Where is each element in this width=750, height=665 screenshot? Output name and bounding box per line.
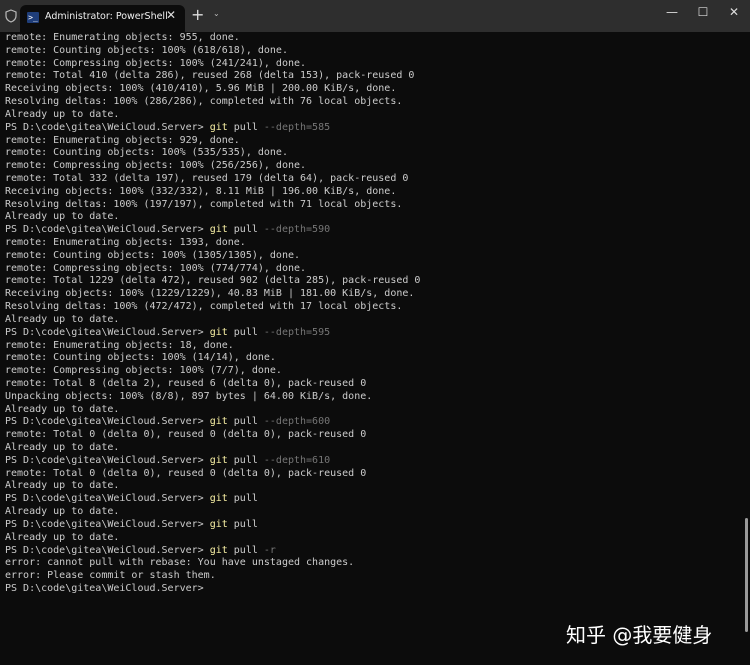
output-line: Already up to date.	[5, 313, 120, 325]
command-args: pull	[227, 121, 258, 133]
command-text: git	[209, 416, 228, 428]
command-option: --depth=600	[257, 416, 331, 428]
output-line: Already up to date.	[5, 506, 120, 518]
output-line: remote: Enumerating objects: 1393, done.	[5, 237, 246, 248]
output-line: error: cannot pull with rebase: You have…	[5, 557, 355, 569]
prompt-text: PS D:\code\gitea\WeiCloud.Server>	[5, 544, 210, 556]
output-line: Receiving objects: 100% (1229/1229), 40.…	[5, 288, 415, 300]
minimize-button[interactable]: —	[662, 5, 682, 19]
tab-title: Administrator: PowerShell	[45, 11, 168, 22]
output-line: Already up to date.	[5, 480, 120, 492]
output-line: remote: Total 410 (delta 286), reused 26…	[5, 70, 415, 82]
output-line: Already up to date.	[5, 442, 120, 453]
output-line: remote: Compressing objects: 100% (7/7),…	[5, 365, 282, 377]
prompt-line: PS D:\code\gitea\WeiCloud.Server> git pu…	[5, 545, 420, 558]
output-line: Unpacking objects: 100% (8/8), 897 bytes…	[5, 390, 373, 402]
output-line: Resolving deltas: 100% (472/472), comple…	[5, 301, 403, 313]
prompt-line: PS D:\code\gitea\WeiCloud.Server> git pu…	[5, 416, 420, 429]
output-line: remote: Total 0 (delta 0), reused 0 (del…	[5, 467, 367, 479]
command-args: pull	[227, 518, 258, 530]
tab-powershell[interactable]: >_ Administrator: PowerShell ✕	[20, 5, 185, 32]
prompt-text: PS D:\code\gitea\WeiCloud.Server>	[5, 518, 210, 530]
prompt-text: PS D:\code\gitea\WeiCloud.Server>	[5, 582, 204, 594]
prompt-text: PS D:\code\gitea\WeiCloud.Server>	[5, 121, 210, 133]
output-line: remote: Compressing objects: 100% (774/7…	[5, 262, 307, 274]
title-bar: >_ Administrator: PowerShell ✕ + ⌄ — ☐ ✕	[0, 0, 750, 32]
output-line: remote: Counting objects: 100% (535/535)…	[5, 147, 288, 159]
command-args: pull	[227, 544, 258, 556]
command-text: git	[209, 224, 228, 236]
output-line: remote: Compressing objects: 100% (256/2…	[5, 160, 307, 172]
output-line: remote: Counting objects: 100% (618/618)…	[5, 44, 288, 56]
tab-close-icon[interactable]: ✕	[166, 8, 176, 22]
output-line: remote: Total 8 (delta 2), reused 6 (del…	[5, 377, 367, 389]
prompt-line: PS D:\code\gitea\WeiCloud.Server> git pu…	[5, 224, 420, 237]
output-line: Resolving deltas: 100% (286/286), comple…	[5, 96, 403, 108]
watermark: 知乎 @我要健身	[566, 623, 713, 647]
output-line: remote: Counting objects: 100% (1305/130…	[5, 249, 301, 261]
output-line: remote: Enumerating objects: 955, done.	[5, 32, 240, 43]
command-text: git	[209, 518, 228, 530]
prompt-text: PS D:\code\gitea\WeiCloud.Server>	[5, 454, 210, 466]
new-tab-button[interactable]: +	[191, 5, 204, 24]
command-args: pull	[227, 326, 258, 338]
command-text: git	[209, 544, 228, 556]
output-line: remote: Total 0 (delta 0), reused 0 (del…	[5, 429, 367, 441]
prompt-text: PS D:\code\gitea\WeiCloud.Server>	[5, 416, 210, 428]
close-window-button[interactable]: ✕	[724, 5, 744, 19]
command-option: -r	[257, 544, 276, 556]
command-args: pull	[227, 493, 258, 505]
output-line: remote: Compressing objects: 100% (241/2…	[5, 57, 307, 69]
prompt-line: PS D:\code\gitea\WeiCloud.Server> git pu…	[5, 493, 420, 506]
prompt-line: PS D:\code\gitea\WeiCloud.Server> git pu…	[5, 122, 420, 135]
prompt-line: PS D:\code\gitea\WeiCloud.Server> git pu…	[5, 455, 420, 468]
command-option: --depth=610	[257, 454, 331, 466]
output-line: Receiving objects: 100% (332/332), 8.11 …	[5, 185, 397, 197]
maximize-button[interactable]: ☐	[693, 5, 713, 19]
output-line: remote: Counting objects: 100% (14/14), …	[5, 352, 276, 364]
output-line: Already up to date.	[5, 403, 120, 415]
output-line: Already up to date.	[5, 211, 120, 223]
output-line: remote: Enumerating objects: 18, done.	[5, 339, 234, 351]
output-line: Already up to date.	[5, 108, 120, 120]
output-line: error: Please commit or stash them.	[5, 570, 216, 582]
command-text: git	[209, 493, 228, 505]
command-text: git	[209, 326, 228, 338]
command-args: pull	[227, 224, 258, 236]
shield-icon	[5, 9, 17, 23]
powershell-icon: >_	[27, 12, 39, 23]
command-option: --depth=595	[257, 326, 331, 338]
prompt-line: PS D:\code\gitea\WeiCloud.Server> git pu…	[5, 519, 420, 532]
output-line: Receiving objects: 100% (410/410), 5.96 …	[5, 83, 397, 95]
chevron-down-icon[interactable]: ⌄	[213, 9, 220, 18]
prompt-text: PS D:\code\gitea\WeiCloud.Server>	[5, 326, 210, 338]
prompt-line: PS D:\code\gitea\WeiCloud.Server> git pu…	[5, 327, 420, 340]
command-option: --depth=585	[257, 121, 331, 133]
output-line: Resolving deltas: 100% (197/197), comple…	[5, 198, 403, 210]
command-option: --depth=590	[257, 224, 331, 236]
command-args: pull	[227, 454, 258, 466]
output-line: remote: Total 1229 (delta 472), reused 9…	[5, 275, 421, 287]
prompt-text: PS D:\code\gitea\WeiCloud.Server>	[5, 493, 210, 505]
output-line: remote: Total 332 (delta 197), reused 17…	[5, 172, 409, 184]
output-line: Already up to date.	[5, 531, 120, 543]
output-line: remote: Enumerating objects: 929, done.	[5, 134, 240, 146]
command-args: pull	[227, 416, 258, 428]
prompt-text: PS D:\code\gitea\WeiCloud.Server>	[5, 224, 210, 236]
scrollbar[interactable]	[745, 518, 748, 632]
terminal-output[interactable]: remote: Enumerating objects: 955, done. r…	[5, 32, 420, 596]
command-text: git	[209, 121, 228, 133]
prompt-line: PS D:\code\gitea\WeiCloud.Server>	[5, 583, 420, 596]
command-text: git	[209, 454, 228, 466]
